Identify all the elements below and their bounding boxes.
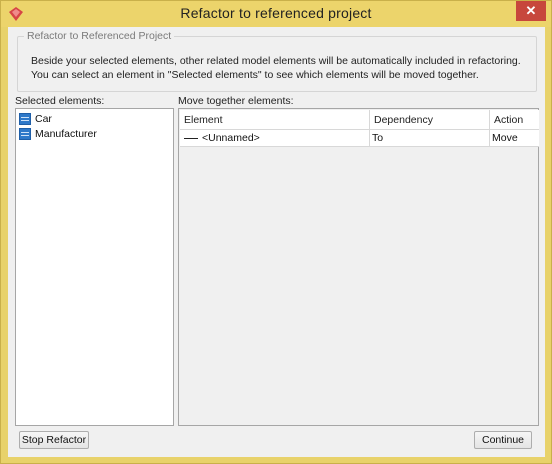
window-title: Refactor to referenced project (180, 5, 372, 21)
table-header: Element Dependency Action (180, 110, 539, 130)
list-item-car[interactable]: Car (19, 112, 52, 126)
list-item-manufacturer[interactable]: Manufacturer (19, 127, 97, 141)
cell-element-label: <Unnamed> (202, 132, 260, 144)
cell-element: <Unnamed> (180, 130, 370, 146)
column-header-element[interactable]: Element (180, 110, 370, 129)
class-icon (19, 113, 31, 125)
stop-refactor-button[interactable]: Stop Refactor (19, 431, 89, 449)
column-header-dependency[interactable]: Dependency (370, 110, 490, 129)
class-icon (19, 128, 31, 140)
list-item-label: Manufacturer (35, 128, 97, 140)
selected-elements-label: Selected elements: (15, 95, 105, 107)
table-row[interactable]: <Unnamed> To Move (180, 130, 539, 147)
continue-button[interactable]: Continue (474, 431, 532, 449)
move-together-table: Element Dependency Action <Unnamed> To M… (180, 110, 539, 147)
title-bar[interactable]: Refactor to referenced project ✕ (1, 1, 551, 27)
list-item-label: Car (35, 113, 52, 125)
info-line-2: You can select an element in "Selected e… (31, 69, 479, 81)
dialog-body: Refactor to Referenced Project Beside yo… (8, 27, 545, 457)
cell-action[interactable]: Move (490, 130, 539, 146)
move-together-label: Move together elements: (178, 95, 294, 107)
dialog-window: Refactor to referenced project ✕ Refacto… (0, 0, 552, 464)
association-icon (184, 137, 198, 139)
info-group: Refactor to Referenced Project Beside yo… (17, 30, 537, 92)
selected-elements-list[interactable]: Car Manufacturer (15, 108, 174, 426)
cell-dependency: To (370, 130, 490, 146)
move-together-table-panel[interactable]: Element Dependency Action <Unnamed> To M… (178, 108, 539, 426)
info-group-title: Refactor to Referenced Project (24, 30, 175, 42)
info-line-1: Beside your selected elements, other rel… (31, 55, 521, 67)
column-header-action[interactable]: Action (490, 110, 539, 129)
close-button[interactable]: ✕ (516, 1, 546, 21)
